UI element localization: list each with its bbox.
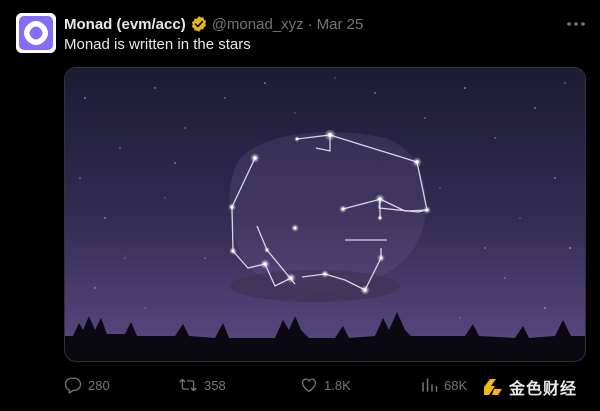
retweet-button[interactable]: 358 (178, 374, 226, 396)
reply-icon (64, 377, 82, 394)
tweet-header: Monad (evm/acc) @monad_xyz · Mar 25 (64, 14, 584, 34)
watermark: 金色财经 (482, 376, 577, 398)
monad-logo-icon (16, 13, 56, 53)
tweet-date[interactable]: Mar 25 (317, 16, 364, 33)
jinse-logo-icon (484, 379, 502, 395)
retweet-icon (179, 378, 197, 392)
views-button[interactable]: 68K (420, 374, 467, 396)
reply-button[interactable]: 280 (64, 374, 110, 396)
tweet-text: Monad is written in the stars (64, 36, 251, 53)
views-count: 68K (444, 377, 468, 393)
verified-badge-icon (190, 15, 208, 33)
like-button[interactable]: 1.8K (300, 374, 351, 396)
reply-count: 280 (88, 377, 110, 393)
display-name[interactable]: Monad (evm/acc) (64, 16, 186, 33)
tweet-media-image[interactable] (64, 67, 586, 362)
retweet-count: 358 (204, 377, 226, 393)
heart-icon (301, 378, 317, 393)
avatar[interactable] (16, 13, 56, 53)
like-count: 1.8K (324, 377, 351, 393)
views-chart-icon (422, 378, 438, 392)
more-options-icon[interactable] (566, 14, 586, 34)
separator-dot: · (307, 15, 313, 33)
constellation-image (65, 68, 585, 361)
handle[interactable]: @monad_xyz (212, 16, 304, 33)
watermark-text: 金色财经 (509, 381, 578, 398)
